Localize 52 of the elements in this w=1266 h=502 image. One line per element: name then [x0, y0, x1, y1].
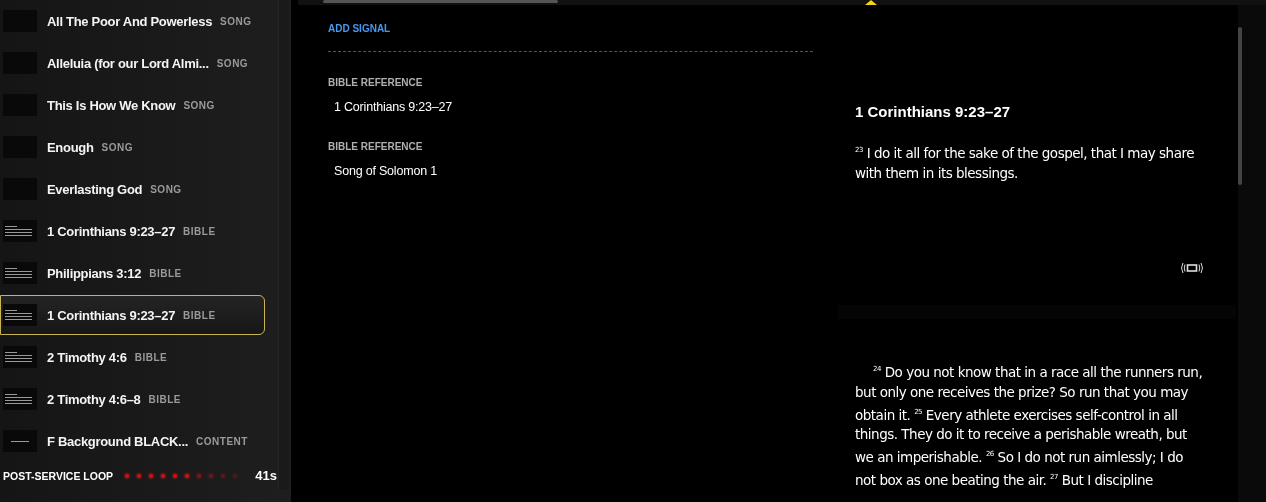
loop-time: 41s [255, 468, 277, 483]
item-type-label: SONG [220, 15, 252, 27]
item-type-label: BIBLE [148, 393, 182, 405]
slide-thumbnail [3, 346, 37, 368]
item-type-label: BIBLE [183, 309, 216, 321]
item-title: This Is How We Know [47, 97, 176, 113]
slide-thumbnail [3, 220, 37, 242]
playlist-item[interactable]: F Background BLACK... CONTENT [0, 421, 265, 461]
slide-text: $^{24}$ Do you not know that in a race all the runners run, but only one receives the prize? So run that you may obtain it. $^{25}$ Every athlete exercises self-control in all things. They do it to receive a perishable wreath, but we an imperishable. $^{26}$ So I do not run aimlessly; I do not box as one beating the air. $^{27}$ But I discipline [855, 362, 1204, 489]
item-title: All The Poor And Powerless [47, 13, 213, 29]
playlist-item[interactable]: 1 Corinthians 9:23–27 BIBLE [0, 211, 265, 251]
item-title: Alleluia (for our Lord Almi... [47, 55, 209, 71]
playlist-item[interactable]: 1 Corinthians 9:23–27 BIBLE [0, 295, 265, 335]
item-type-label: SONG [183, 99, 215, 111]
item-title: 1 Corinthians 9:23–27 [47, 223, 176, 239]
broadcast-icon [1180, 262, 1204, 274]
item-title: Philippians 3:12 [47, 265, 142, 281]
scrollbar[interactable] [1238, 27, 1242, 185]
playlist-item[interactable]: This Is How We Know SONG [0, 85, 265, 125]
item-type-label: SONG [216, 57, 249, 69]
item-title: 1 Corinthians 9:23–27 [47, 307, 176, 323]
playlist-item[interactable]: 2 Timothy 4:6–8 BIBLE [0, 379, 265, 419]
item-type-label: CONTENT [196, 435, 248, 447]
item-type-label: BIBLE [149, 267, 182, 279]
item-type-label: BIBLE [134, 351, 168, 363]
timeline-bar[interactable] [323, 0, 558, 3]
item-title: 2 Timothy 4:6–8 [47, 391, 141, 407]
field-value[interactable]: 1 Corinthians 9:23–27 [334, 100, 453, 114]
slide-text: $^{23}$ I do it all for the sake of the gospel, that I may share with them in its blessings. [855, 143, 1195, 183]
slide-thumbnail [3, 388, 37, 410]
loop-label: POST-SERVICE LOOP [3, 469, 114, 482]
item-title: Everlasting God [47, 181, 143, 197]
item-title: 2 Timothy 4:6 [47, 349, 127, 365]
playlist-item[interactable]: Enough SONG [0, 127, 265, 167]
item-type-label: SONG [101, 141, 134, 153]
playlist-item[interactable]: Philippians 3:12 BIBLE [0, 253, 265, 293]
item-title: Enough [47, 139, 94, 155]
playlist-item[interactable]: Alleluia (for our Lord Almi... SONG [0, 43, 265, 83]
playlist-item[interactable]: All The Poor And Powerless SONG [0, 1, 265, 41]
slide-thumbnail [3, 262, 37, 284]
slide-thumbnail [3, 430, 37, 452]
item-title: F Background BLACK... [47, 433, 189, 449]
item-type-label: SONG [150, 183, 182, 195]
playlist-item[interactable]: 2 Timothy 4:6 BIBLE [0, 337, 265, 377]
field-value[interactable]: Song of Solomon 1 [334, 164, 437, 178]
playlist-item[interactable]: Everlasting God SONG [0, 169, 265, 209]
field-label: BIBLE REFERENCE [328, 141, 423, 152]
field-label: BIBLE REFERENCE [328, 77, 423, 88]
slide-heading: 1 Corinthians 9:23–27 [855, 103, 1012, 120]
add-signal-link[interactable]: ADD SIGNAL [328, 23, 391, 34]
item-type-label: BIBLE [183, 225, 216, 237]
slide-thumbnail [3, 304, 37, 326]
